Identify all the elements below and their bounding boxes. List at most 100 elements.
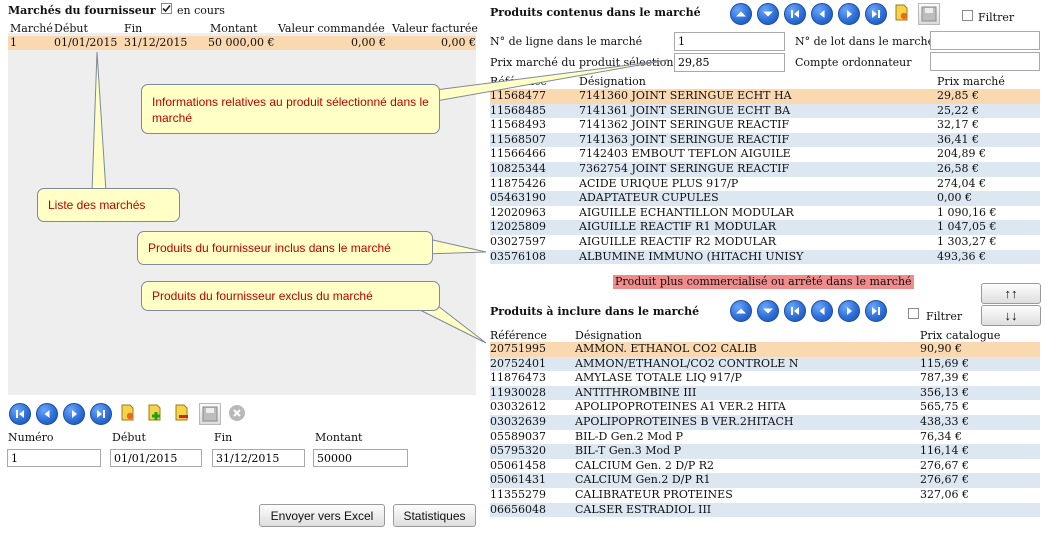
col-montant[interactable]: Montant [210, 22, 257, 35]
fin-field[interactable] [212, 449, 305, 467]
table-row[interactable]: 11568477 7141360 JOINT SERINGUE ECHT HA 29… [490, 89, 1040, 104]
cell-price: 276,67 € [920, 473, 969, 487]
table-row[interactable]: 12020963 AIGUILLE ECHANTILLON MODULAR 1 09… [490, 205, 1040, 221]
table-row[interactable]: 05795320 BIL-T Gen.3 Mod P 116,14 € [490, 444, 1040, 459]
cell-designation: 7142403 EMBOUT TEFLON AIGUILE [579, 147, 791, 161]
market-row[interactable]: 1 01/01/2015 31/12/2015 50 000,00 € 0,00… [8, 36, 476, 50]
cell-designation: CALIBRATEUR PROTEINES [575, 488, 733, 501]
table-row[interactable]: 20751995 AMMON. ETHANOL CO2 CALIB 90,90 € [490, 342, 1040, 357]
table-row[interactable]: 06656048 CALSER ESTRADIOL III [490, 502, 1040, 518]
market-price-field[interactable] [674, 53, 785, 72]
save-disk-icon[interactable] [199, 403, 221, 425]
cell-designation: ACIDE URIQUE PLUS 917/P [579, 176, 739, 190]
table-row[interactable]: 05463190 ADAPTATEUR CUPULES 0,00 € [490, 191, 1040, 206]
cell-reference: 05589037 [490, 429, 546, 443]
numero-field[interactable] [7, 449, 101, 467]
col-debut[interactable]: Début [54, 22, 88, 35]
bottom-previous-icon[interactable] [811, 300, 833, 322]
bottom-scroll-up-icon[interactable] [730, 300, 752, 322]
fin-label: Fin [214, 431, 233, 444]
table-row[interactable]: 11568485 7141361 JOINT SERINGUE ECHT BA 25… [490, 103, 1040, 119]
callout-product-info: Informations relatives au produit sélect… [141, 84, 440, 134]
products-to-include-header: Référence Désignation Prix catalogue [490, 329, 1040, 343]
previous-record-button[interactable] [36, 403, 58, 425]
lot-number-label: N° de lot dans le marché [795, 35, 935, 48]
top-save-disk-icon[interactable] [918, 3, 940, 25]
last-record-button[interactable] [90, 403, 112, 425]
top-scroll-down-icon[interactable] [757, 3, 779, 25]
table-row[interactable]: 11566466 7142403 EMBOUT TEFLON AIGUILE 204… [490, 147, 1040, 162]
send-to-excel-button[interactable]: Envoyer vers Excel [259, 504, 385, 527]
table-row[interactable]: 03032639 APOLIPOPROTEINES B VER.2HITACH 43… [490, 415, 1040, 430]
table-row[interactable]: 03027597 AIGUILLE REACTIF R2 MODULAR 1 303… [490, 235, 1040, 250]
top-next-icon[interactable] [838, 3, 860, 25]
col-valeur-facturee[interactable]: Valeur facturée [392, 22, 478, 35]
debut-field[interactable] [110, 449, 202, 467]
filter-checkbox-top[interactable] [962, 10, 973, 21]
montant-field[interactable] [313, 449, 408, 467]
cell-price: 25,22 € [937, 103, 979, 117]
col-designation[interactable]: Désignation [579, 75, 646, 88]
cell-price: 36,41 € [937, 132, 979, 146]
bottom-last-icon[interactable] [865, 300, 887, 322]
lot-number-field[interactable] [930, 31, 1040, 50]
col-fin[interactable]: Fin [124, 22, 142, 35]
cell-price: 356,13 € [920, 385, 969, 399]
table-row[interactable]: 20752401 AMMON/ETHANOL/CO2 CONTROLE N 115,… [490, 356, 1040, 372]
top-last-icon[interactable] [865, 3, 887, 25]
move-down-button[interactable]: ↓↓ [981, 305, 1041, 326]
cell-reference: 20751995 [490, 342, 546, 355]
col-reference[interactable]: Référence [490, 75, 547, 88]
table-row[interactable]: 11568493 7141362 JOINT SERINGUE REACTIF 32… [490, 118, 1040, 133]
bottom-first-icon[interactable] [784, 300, 806, 322]
cell-designation: ANTITHROMBINE III [575, 385, 697, 399]
next-record-button[interactable] [63, 403, 85, 425]
cell-designation: 7362754 JOINT SERINGUE REACTIF [579, 162, 790, 175]
statistics-button[interactable]: Statistiques [393, 504, 476, 527]
en-cours-checkbox[interactable] [161, 3, 172, 14]
bottom-scroll-down-icon[interactable] [757, 300, 779, 322]
table-row[interactable]: 05589037 BIL-D Gen.2 Mod P 76,34 € [490, 429, 1040, 445]
table-row[interactable]: 11568507 7141363 JOINT SERINGUE REACTIF 36… [490, 132, 1040, 148]
products-in-market-header: Référence Désignation Prix marché [490, 75, 1040, 89]
bottom-next-icon[interactable] [838, 300, 860, 322]
top-previous-icon[interactable] [811, 3, 833, 25]
top-scroll-up-icon[interactable] [730, 3, 752, 25]
cell-designation: CALCIUM Gen. 2 D/P R2 [575, 458, 715, 472]
search-record-icon[interactable] [118, 403, 140, 425]
table-row[interactable]: 10825344 7362754 JOINT SERINGUE REACTIF 26… [490, 162, 1040, 177]
markets-table-header: Marché Début Fin Montant Valeur commandé… [8, 22, 478, 35]
col-prix-catalogue[interactable]: Prix catalogue [920, 329, 1000, 342]
cell-designation: 7141362 JOINT SERINGUE REACTIF [579, 118, 790, 132]
top-first-icon[interactable] [784, 3, 806, 25]
cell-designation: AMMON/ETHANOL/CO2 CONTROLE N [575, 356, 799, 370]
products-to-include-title: Produits à inclure dans le marché [490, 305, 700, 318]
move-up-button[interactable]: ↑↑ [981, 283, 1041, 304]
table-row[interactable]: 03576108 ALBUMINE IMMUNO (HITACHI UNISY 49… [490, 249, 1040, 265]
cell-designation: AIGUILLE REACTIF R1 MODULAR [579, 220, 776, 234]
col-reference[interactable]: Référence [490, 329, 547, 342]
account-field[interactable] [930, 52, 1040, 71]
cell-price: 438,33 € [920, 415, 969, 428]
col-marche[interactable]: Marché [10, 22, 53, 35]
table-row[interactable]: 11876473 AMYLASE TOTALE LIQ 917/P 787,39 € [490, 371, 1040, 386]
cell-reference: 11568477 [490, 89, 546, 102]
top-search-record-icon[interactable] [892, 3, 914, 25]
col-designation[interactable]: Désignation [575, 329, 642, 342]
cancel-close-icon[interactable] [227, 403, 249, 425]
table-row[interactable]: 05061458 CALCIUM Gen. 2 D/P R2 276,67 € [490, 458, 1040, 474]
cell-price: 276,67 € [920, 458, 969, 472]
table-row[interactable]: 11355279 CALIBRATEUR PROTEINES 327,06 € [490, 488, 1040, 503]
table-row[interactable]: 03032612 APOLIPOPROTEINES A1 VER.2 HITA 56… [490, 400, 1040, 415]
line-number-field[interactable] [674, 32, 785, 51]
col-prix-marche[interactable]: Prix marché [937, 75, 1005, 88]
col-valeur-commandee[interactable]: Valeur commandée [278, 22, 385, 35]
delete-record-icon[interactable] [172, 403, 194, 425]
table-row[interactable]: 05061431 CALCIUM Gen.2 D/P R1 276,67 € [490, 473, 1040, 488]
table-row[interactable]: 11930028 ANTITHROMBINE III 356,13 € [490, 385, 1040, 401]
filter-checkbox-bottom[interactable] [908, 308, 919, 319]
table-row[interactable]: 12025809 AIGUILLE REACTIF R1 MODULAR 1 047… [490, 220, 1040, 235]
table-row[interactable]: 11875426 ACIDE URIQUE PLUS 917/P 274,04 € [490, 176, 1040, 192]
add-record-icon[interactable] [145, 403, 167, 425]
first-record-button[interactable] [9, 403, 31, 425]
